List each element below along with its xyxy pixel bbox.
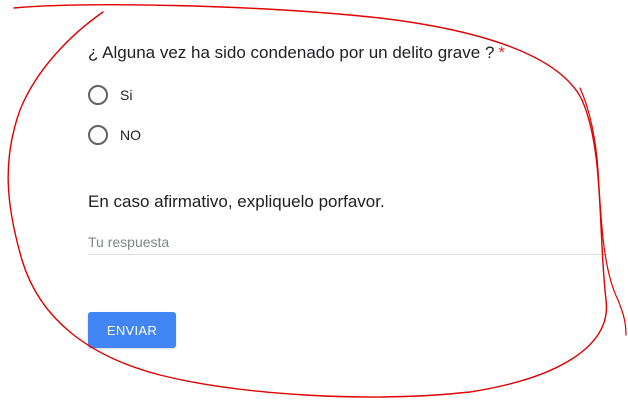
required-asterisk: * (498, 43, 506, 62)
option-label-si: Si (120, 87, 133, 103)
radio-option-si[interactable]: Si (88, 84, 132, 106)
question-text: ¿ Alguna vez ha sido condenado por un de… (88, 43, 495, 62)
form: ¿ Alguna vez ha sido condenado por un de… (0, 0, 628, 401)
submit-button[interactable]: ENVIAR (88, 312, 176, 348)
option-label-no: NO (120, 127, 141, 143)
radio-button-no[interactable] (88, 125, 108, 145)
question2-title: En caso afirmativo, expliquelo porfavor. (88, 192, 385, 211)
radio-button-si[interactable] (88, 85, 108, 105)
question-title: ¿ Alguna vez ha sido condenado por un de… (88, 42, 505, 64)
radio-option-no[interactable]: NO (88, 124, 141, 146)
answer-input[interactable] (88, 230, 608, 255)
